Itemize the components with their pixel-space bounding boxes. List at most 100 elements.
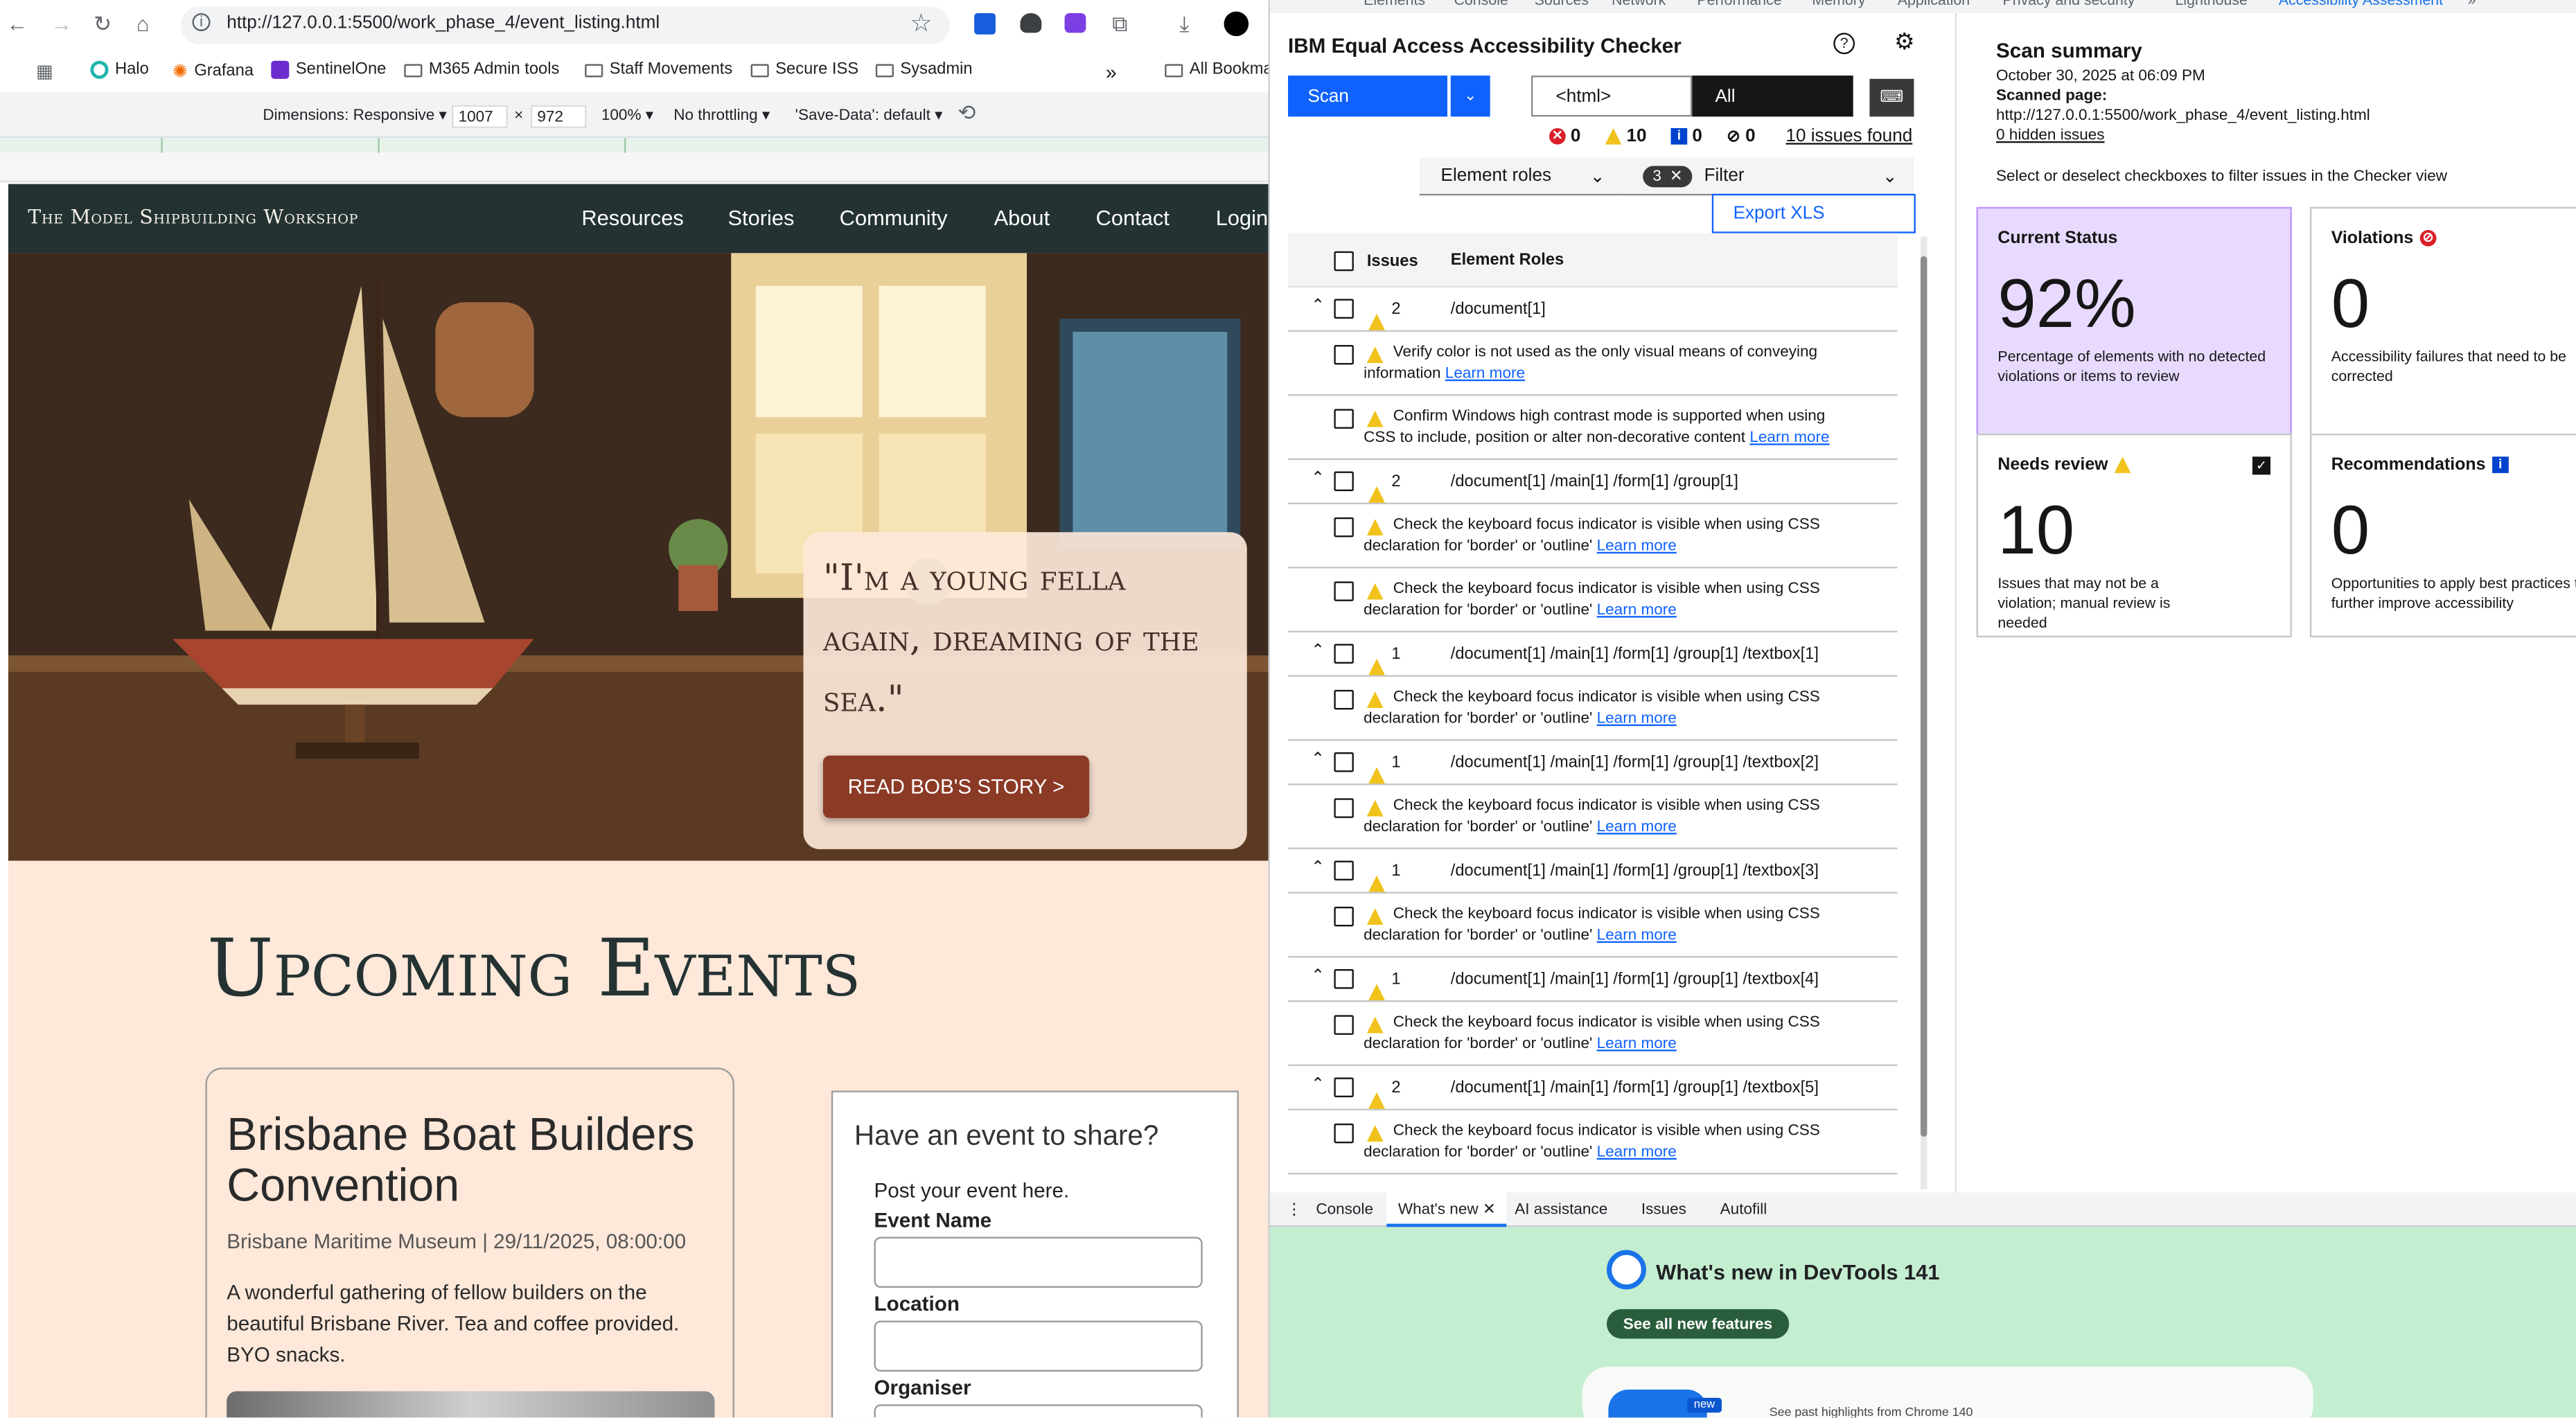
- rotate-icon[interactable]: ⟲: [958, 100, 976, 127]
- chevron-up-icon[interactable]: ⌃: [1311, 751, 1325, 769]
- save-data-select[interactable]: 'Save-Data': default ▾: [795, 107, 943, 125]
- group-checkbox[interactable]: [1334, 644, 1354, 664]
- location-input[interactable]: [874, 1320, 1203, 1372]
- tab-privacy[interactable]: Privacy and security: [2002, 0, 2135, 8]
- chevron-up-icon[interactable]: ⌃: [1311, 968, 1325, 986]
- select-all-checkbox[interactable]: [1334, 251, 1354, 272]
- filter-count-pill[interactable]: 3 ✕: [1643, 165, 1693, 187]
- learn-more-link[interactable]: Learn more: [1597, 709, 1677, 727]
- home-icon[interactable]: ⌂: [136, 12, 150, 37]
- learn-more-link[interactable]: Learn more: [1597, 537, 1677, 555]
- bookmark-secure-iss[interactable]: Secure ISS: [750, 61, 858, 79]
- issue-group-row[interactable]: ⌃ 1/document[1] /main[1] /form[1] /group[…: [1288, 741, 1898, 786]
- bookmark-sentinelone[interactable]: SentinelOne: [271, 60, 386, 79]
- drawer-tab-ai-assistance[interactable]: AI assistance: [1515, 1200, 1607, 1218]
- chevron-up-icon[interactable]: ⌃: [1311, 859, 1325, 877]
- scrollbar-thumb[interactable]: [1920, 256, 1927, 1137]
- nav-contact[interactable]: Contact: [1096, 205, 1170, 230]
- bookmark-halo[interactable]: Halo: [90, 60, 149, 79]
- learn-more-link[interactable]: Learn more: [1597, 601, 1677, 619]
- element-roles-select[interactable]: Element roles ⌄: [1419, 157, 1622, 196]
- issue-checkbox[interactable]: [1334, 906, 1354, 927]
- event-name-input[interactable]: [874, 1237, 1203, 1288]
- bookmark-grafana[interactable]: ✺ Grafana: [173, 61, 254, 82]
- learn-more-link[interactable]: Learn more: [1445, 364, 1525, 382]
- keyboard-checker-icon[interactable]: ⌨: [1869, 78, 1914, 117]
- violations-count[interactable]: ✕ 0: [1549, 127, 1580, 146]
- issues-found-link[interactable]: 10 issues found: [1785, 127, 1912, 146]
- issue-checkbox[interactable]: [1334, 344, 1354, 365]
- tab-elements[interactable]: Elements: [1364, 0, 1425, 8]
- col-issues[interactable]: Issues: [1367, 253, 1418, 271]
- learn-more-link[interactable]: Learn more: [1749, 429, 1829, 447]
- scope-select[interactable]: <html>: [1530, 76, 1693, 117]
- height-input[interactable]: 972: [530, 105, 587, 128]
- needs-review-checkbox[interactable]: ✓: [2252, 457, 2270, 475]
- extension-icon[interactable]: [1020, 12, 1042, 33]
- nav-resources[interactable]: Resources: [581, 205, 683, 230]
- download-icon[interactable]: ⤓: [1180, 12, 1190, 38]
- site-brand[interactable]: The Model Shipbuilding Workshop: [28, 205, 358, 228]
- close-tab-icon[interactable]: ✕: [1483, 1200, 1496, 1218]
- chevron-up-icon[interactable]: ⌃: [1311, 1076, 1325, 1094]
- issue-row[interactable]: Check the keyboard focus indicator is vi…: [1288, 568, 1898, 632]
- hidden-count[interactable]: ⊘ 0: [1727, 127, 1756, 146]
- chevron-up-icon[interactable]: ⌃: [1311, 642, 1325, 660]
- apps-grid-icon[interactable]: ▦: [36, 61, 53, 82]
- learn-more-link[interactable]: Learn more: [1597, 1035, 1677, 1053]
- bookmark-sysadmin[interactable]: Sysadmin: [875, 61, 973, 79]
- tab-application[interactable]: Application: [1898, 0, 1970, 8]
- help-icon[interactable]: ?: [1833, 33, 1855, 55]
- drawer-tab-issues[interactable]: Issues: [1641, 1200, 1686, 1218]
- issue-checkbox[interactable]: [1334, 409, 1354, 429]
- bookmark-m365[interactable]: M365 Admin tools: [404, 61, 559, 79]
- media-query-bar[interactable]: [0, 138, 1269, 153]
- nav-community[interactable]: Community: [840, 205, 948, 230]
- group-checkbox[interactable]: [1334, 471, 1354, 491]
- throttling-select[interactable]: No throttling ▾: [673, 107, 770, 125]
- tab-sources[interactable]: Sources: [1535, 0, 1589, 8]
- reload-icon[interactable]: ↻: [94, 12, 112, 38]
- read-story-button[interactable]: READ BOB'S STORY >: [822, 755, 1090, 818]
- width-input[interactable]: 1007: [452, 105, 508, 128]
- tab-memory[interactable]: Memory: [1812, 0, 1865, 8]
- highlights-card[interactable]: new See past highlights from Chrome 140: [1582, 1366, 2313, 1418]
- puzzle-extensions-icon[interactable]: ⧉: [1112, 12, 1127, 38]
- issue-group-row[interactable]: ⌃ 2/document[1]: [1288, 287, 1898, 332]
- event-card[interactable]: Brisbane Boat Builders Convention Brisba…: [205, 1067, 734, 1418]
- dimensions-select[interactable]: Dimensions: Responsive ▾: [263, 107, 447, 125]
- export-xls-button[interactable]: Export XLS: [1711, 193, 1916, 233]
- issue-group-row[interactable]: ⌃ 1/document[1] /main[1] /form[1] /group[…: [1288, 957, 1898, 1002]
- hidden-issues-link[interactable]: 0 hidden issues: [1996, 127, 2105, 145]
- site-info-icon[interactable]: i: [192, 12, 211, 32]
- bookmark-staff-movements[interactable]: Staff Movements: [585, 61, 732, 79]
- profile-avatar[interactable]: [1224, 11, 1249, 37]
- bookmark-star-icon[interactable]: ☆: [910, 8, 933, 38]
- tab-lighthouse[interactable]: Lighthouse: [2175, 0, 2247, 8]
- issue-checkbox[interactable]: [1334, 798, 1354, 818]
- back-icon[interactable]: ←: [6, 12, 28, 37]
- tab-network[interactable]: Network: [1612, 0, 1666, 8]
- issue-row[interactable]: Check the keyboard focus indicator is vi…: [1288, 677, 1898, 741]
- bookmark-all[interactable]: All Bookma: [1165, 61, 1273, 79]
- group-checkbox[interactable]: [1334, 969, 1354, 989]
- tab-performance[interactable]: Performance: [1697, 0, 1781, 8]
- issue-row[interactable]: Check the keyboard focus indicator is vi…: [1288, 894, 1898, 958]
- needs-review-count[interactable]: 10: [1605, 127, 1647, 146]
- tab-accessibility-assessment[interactable]: Accessibility Assessment: [2279, 0, 2443, 8]
- recommendations-count[interactable]: i0: [1670, 127, 1702, 146]
- extension-icon[interactable]: [1064, 12, 1086, 33]
- issue-group-row[interactable]: ⌃ 1/document[1] /main[1] /form[1] /group[…: [1288, 849, 1898, 894]
- group-checkbox[interactable]: [1334, 752, 1354, 772]
- group-checkbox[interactable]: [1334, 860, 1354, 880]
- issue-row[interactable]: Check the keyboard focus indicator is vi…: [1288, 785, 1898, 849]
- learn-more-link[interactable]: Learn more: [1597, 1143, 1677, 1161]
- organiser-input[interactable]: [874, 1404, 1203, 1418]
- nav-stories[interactable]: Stories: [727, 205, 794, 230]
- issue-checkbox[interactable]: [1334, 1123, 1354, 1144]
- filter-select[interactable]: 3 ✕ Filter ⌄: [1621, 157, 1914, 196]
- bookmarks-overflow[interactable]: »: [1106, 61, 1117, 84]
- drawer-menu-icon[interactable]: ⋮: [1287, 1200, 1303, 1218]
- learn-more-link[interactable]: Learn more: [1597, 926, 1677, 944]
- drawer-tab-whats-new[interactable]: What's new ✕: [1386, 1192, 1508, 1228]
